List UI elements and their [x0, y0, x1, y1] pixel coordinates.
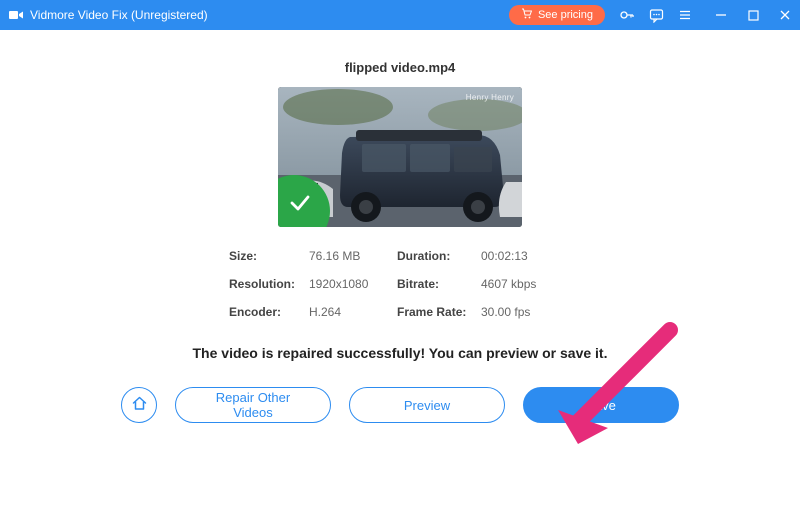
encoder-value: H.264 [309, 305, 397, 319]
titlebar-right: See pricing [509, 5, 792, 25]
home-button[interactable] [121, 387, 157, 423]
framerate-label: Frame Rate: [397, 305, 481, 319]
main-content: flipped video.mp4 Henry Henr [0, 30, 800, 441]
file-name: flipped video.mp4 [345, 60, 456, 75]
close-button[interactable] [778, 8, 792, 22]
encoder-label: Encoder: [229, 305, 309, 319]
maximize-button[interactable] [746, 8, 760, 22]
app-logo-icon [8, 7, 24, 23]
duration-value: 00:02:13 [481, 249, 571, 263]
bitrate-label: Bitrate: [397, 277, 481, 291]
resolution-label: Resolution: [229, 277, 309, 291]
status-message: The video is repaired successfully! You … [193, 345, 608, 361]
key-icon[interactable] [619, 7, 635, 23]
save-button[interactable]: Save [523, 387, 679, 423]
size-value: 76.16 MB [309, 249, 397, 263]
titlebar-left: Vidmore Video Fix (Unregistered) [8, 7, 208, 23]
minimize-button[interactable] [714, 8, 728, 22]
bitrate-value: 4607 kbps [481, 277, 571, 291]
menu-icon[interactable] [678, 8, 692, 22]
cart-icon [521, 8, 533, 22]
feedback-icon[interactable] [649, 8, 664, 23]
resolution-value: 1920x1080 [309, 277, 397, 291]
window-controls [714, 8, 792, 22]
video-watermark: Henry Henry [466, 93, 514, 102]
size-label: Size: [229, 249, 309, 263]
pricing-label: See pricing [538, 9, 593, 21]
titlebar: Vidmore Video Fix (Unregistered) See pri… [0, 0, 800, 30]
see-pricing-button[interactable]: See pricing [509, 5, 605, 25]
app-title: Vidmore Video Fix (Unregistered) [30, 8, 208, 22]
checkmark-icon [281, 196, 307, 227]
preview-button[interactable]: Preview [349, 387, 505, 423]
video-preview: Henry Henry [278, 87, 522, 227]
home-icon [131, 395, 148, 415]
action-row: Repair Other Videos Preview Save [121, 387, 679, 423]
framerate-value: 30.00 fps [481, 305, 571, 319]
duration-label: Duration: [397, 249, 481, 263]
repair-other-button[interactable]: Repair Other Videos [175, 387, 331, 423]
file-info: Size: 76.16 MB Duration: 00:02:13 Resolu… [229, 249, 571, 319]
